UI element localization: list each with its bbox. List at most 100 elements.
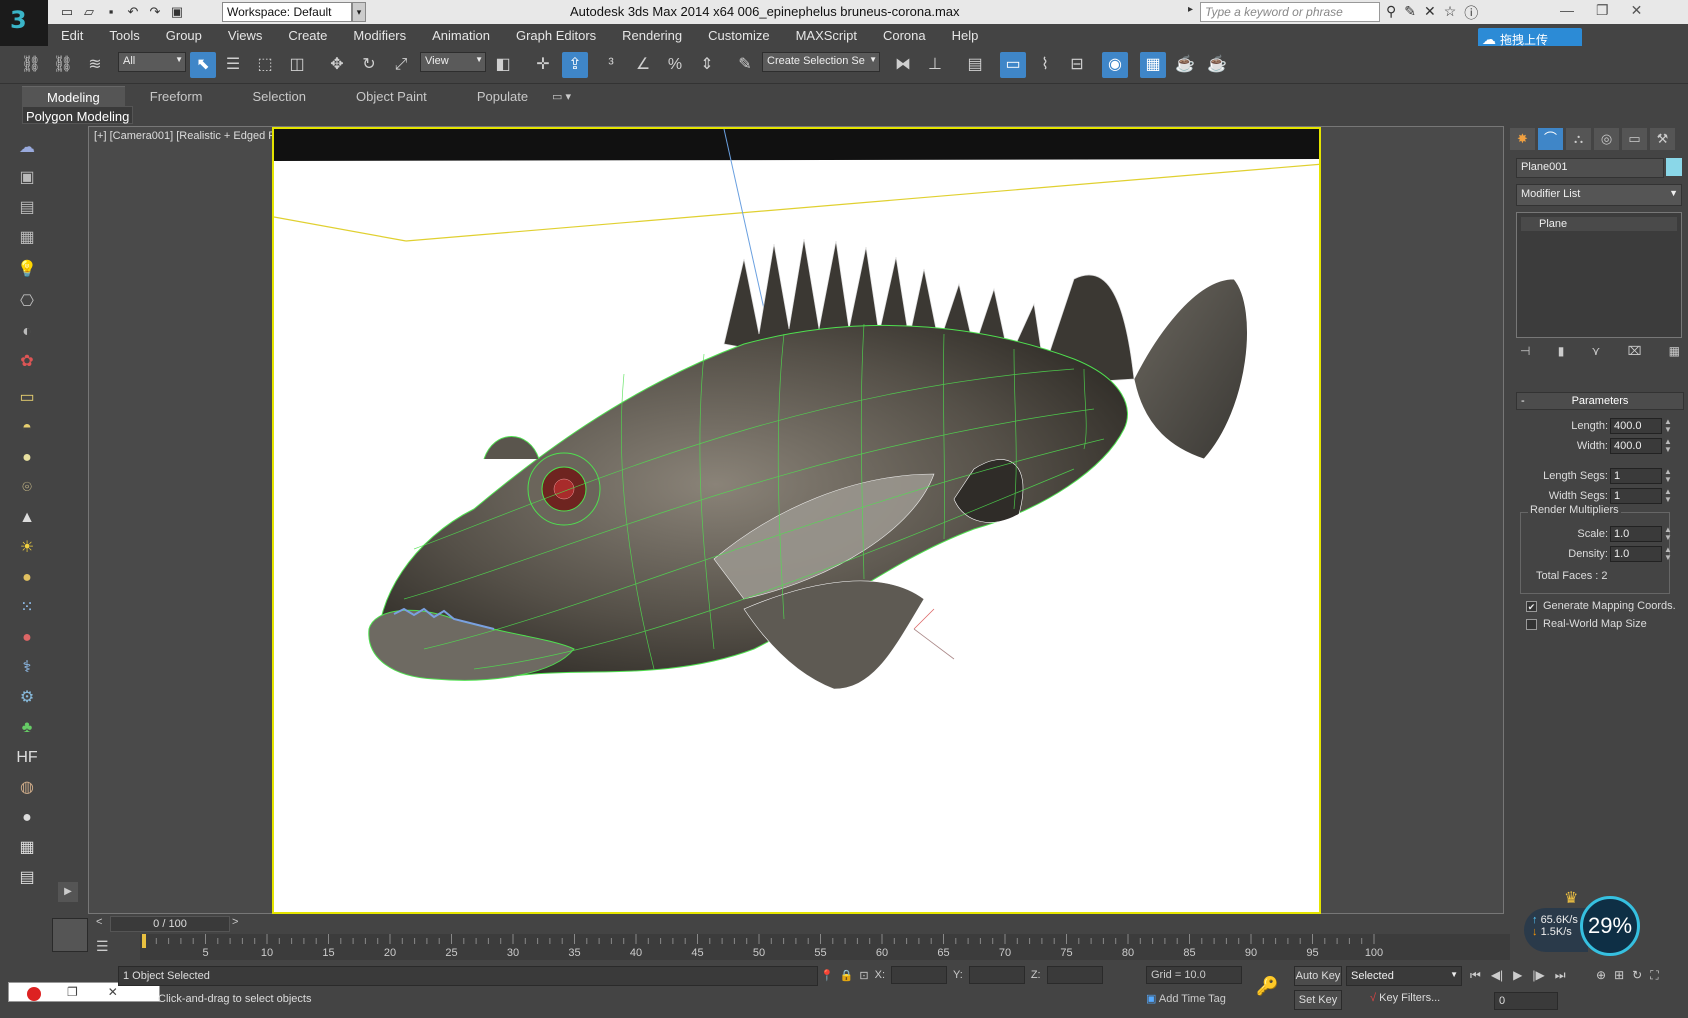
geosphere-icon[interactable]: ⌾ [15,476,39,500]
spinner-arrows-icon[interactable]: ▲ ▼ [1664,418,1672,434]
tab-freeform[interactable]: Freeform [125,86,228,108]
object-name-field[interactable]: Plane001 [1516,158,1664,178]
mini-curve-editor-button[interactable] [52,918,88,952]
close-icon[interactable]: ✕ [108,985,118,999]
project-folder-icon[interactable]: ▣ [168,3,186,21]
pivot-center-icon[interactable]: ◧ [490,52,516,78]
hair-icon[interactable]: HF [15,746,39,770]
spinner-arrows-icon[interactable]: ▲ ▼ [1664,438,1672,454]
layer-manager-icon[interactable]: ▤ [962,52,988,78]
sphere-icon[interactable]: ● [15,446,39,470]
binoculars-icon[interactable]: ⚲ [1386,3,1396,23]
x-coordinate-field[interactable] [891,966,948,984]
window-crossing-icon[interactable]: ◫ [284,52,310,78]
rectangular-selection-icon[interactable]: ⬚ [252,52,278,78]
menu-modifiers[interactable]: Modifiers [340,28,419,43]
checkbox-checked-icon[interactable]: ✔ [1526,600,1537,612]
generate-mapping-checkbox[interactable]: ✔ Generate Mapping Coords. [1526,600,1676,612]
go-to-end-icon[interactable]: ⏭ [1555,968,1566,983]
help-icon[interactable]: ⓘ [1464,3,1478,23]
unlink-icon[interactable]: ⛓ [50,52,76,78]
tab-populate[interactable]: Populate [452,86,553,108]
key-filters-button[interactable]: √ Key Filters... [1370,992,1440,1004]
menu-maxscript[interactable]: MAXScript [783,28,870,43]
remove-modifier-icon[interactable]: ⌧ [1628,344,1642,358]
chevron-down-icon[interactable]: ▾ [352,2,366,22]
prev-frame-icon[interactable]: < [96,916,102,928]
object-color-swatch[interactable] [1666,158,1682,176]
selection-filter-dropdown[interactable]: All ▼ [118,52,186,72]
plane-icon[interactable]: ▭ [15,386,39,410]
align-icon[interactable]: ⊥ [922,52,948,78]
angle-snap-icon[interactable]: ∠ [630,52,656,78]
current-frame-marker[interactable] [142,934,146,948]
list-icon[interactable]: ▤ [15,196,39,220]
schematic-view-icon[interactable]: ⊟ [1064,52,1090,78]
scale-icon[interactable]: ⤢ [388,52,414,78]
isolate-icon[interactable]: 📍 [820,969,834,982]
percent-snap-icon[interactable]: % [662,52,688,78]
length-spinner[interactable]: 400.0 [1610,418,1662,434]
close-icon[interactable]: ✕ [1631,2,1643,19]
configure-modifier-sets-icon[interactable]: ▦ [1669,344,1680,358]
previous-key-icon[interactable]: ◀| [1491,968,1503,983]
grid-icon[interactable]: ▦ [15,226,39,250]
z-coordinate-field[interactable] [1046,966,1103,984]
menu-customize[interactable]: Customize [695,28,782,43]
modifier-list-dropdown[interactable]: Modifier List ▼ [1516,184,1682,206]
rotate-icon[interactable]: ↻ [356,52,382,78]
spinner-arrows-icon[interactable]: ▲ ▼ [1664,488,1672,504]
camera-icon[interactable]: ⎔ [15,290,39,314]
key-mode-dropdown[interactable]: Selected ▼ [1346,966,1462,986]
menu-create[interactable]: Create [275,28,340,43]
workspace-dropdown[interactable]: Workspace: Default [222,2,352,22]
spinner-arrows-icon[interactable]: ▲ ▼ [1664,546,1672,562]
track-bar[interactable]: 5 10 15 20 25 30 35 40 45 50 55 60 65 70 75 80 85 90 95 100 [140,934,1510,960]
open-file-icon[interactable]: ▱ [80,3,98,21]
viewport-expand-icon[interactable]: ▶ [58,882,78,902]
real-world-map-size-checkbox[interactable]: Real-World Map Size [1526,618,1647,630]
select-by-name-icon[interactable]: ☰ [220,52,246,78]
time-slider-thumb[interactable]: 0 / 100 [110,916,230,932]
menu-help[interactable]: Help [939,28,992,43]
network-speed-widget[interactable]: ♛ ↑ 65.6K/s ↓ 1.5K/s 29% [1524,880,1644,956]
width-segs-spinner[interactable]: 1 [1610,488,1662,504]
create-tab-icon[interactable]: ✸ [1510,128,1535,150]
search-input[interactable]: Type a keyword or phrase [1200,2,1380,22]
utilities-tab-icon[interactable]: ⚒ [1650,128,1675,150]
length-segs-spinner[interactable]: 1 [1610,468,1662,484]
settings-icon[interactable]: ▤ [15,866,39,890]
density-spinner[interactable]: 1.0 [1610,546,1662,562]
tool-icon[interactable]: ◍ [15,776,39,800]
subscription-icon[interactable]: ✎ [1404,3,1416,23]
rendered-frame-window-icon[interactable]: ☕ [1172,52,1198,78]
lock-icon[interactable]: 🔒 [840,969,854,982]
ribbon-panel-polygon-modeling[interactable]: Polygon Modeling [22,106,134,124]
hierarchy-tab-icon[interactable]: ⛬ [1566,128,1591,150]
next-key-icon[interactable]: |▶ [1532,968,1544,983]
new-file-icon[interactable]: ▭ [58,3,76,21]
spinner-arrows-icon[interactable]: ▲ ▼ [1664,526,1672,542]
show-end-result-icon[interactable]: ▮ [1558,344,1565,358]
render-production-icon[interactable]: ☕ [1204,52,1230,78]
sun-icon[interactable]: ☀ [15,536,39,560]
y-coordinate-field[interactable] [968,966,1025,984]
pin-stack-icon[interactable]: ⊣ [1520,344,1530,358]
disc-icon[interactable]: ● [15,566,39,590]
redo-icon[interactable]: ↷ [146,3,164,21]
modifier-stack-item[interactable]: Plane [1521,217,1677,231]
undo-icon[interactable]: ↶ [124,3,142,21]
menu-rendering[interactable]: Rendering [609,28,695,43]
orbit-icon[interactable]: ↻ [1632,968,1642,983]
material-ball-icon[interactable]: ● [15,626,39,650]
named-selection-set-dropdown[interactable]: Create Selection Se ▼ [762,52,880,72]
menu-group[interactable]: Group [153,28,215,43]
tab-modeling[interactable]: Modeling [22,86,125,108]
hemisphere-icon[interactable]: ◓ [15,416,39,440]
reference-coordinate-dropdown[interactable]: View ▼ [420,52,486,72]
menu-animation[interactable]: Animation [419,28,503,43]
bind-space-warp-icon[interactable]: ≋ [82,52,108,78]
modify-tab-icon[interactable]: ⌒ [1538,128,1563,150]
spinner-arrows-icon[interactable]: ▲ ▼ [1664,468,1672,484]
snaps-toggle-icon[interactable]: ³ [598,52,624,78]
